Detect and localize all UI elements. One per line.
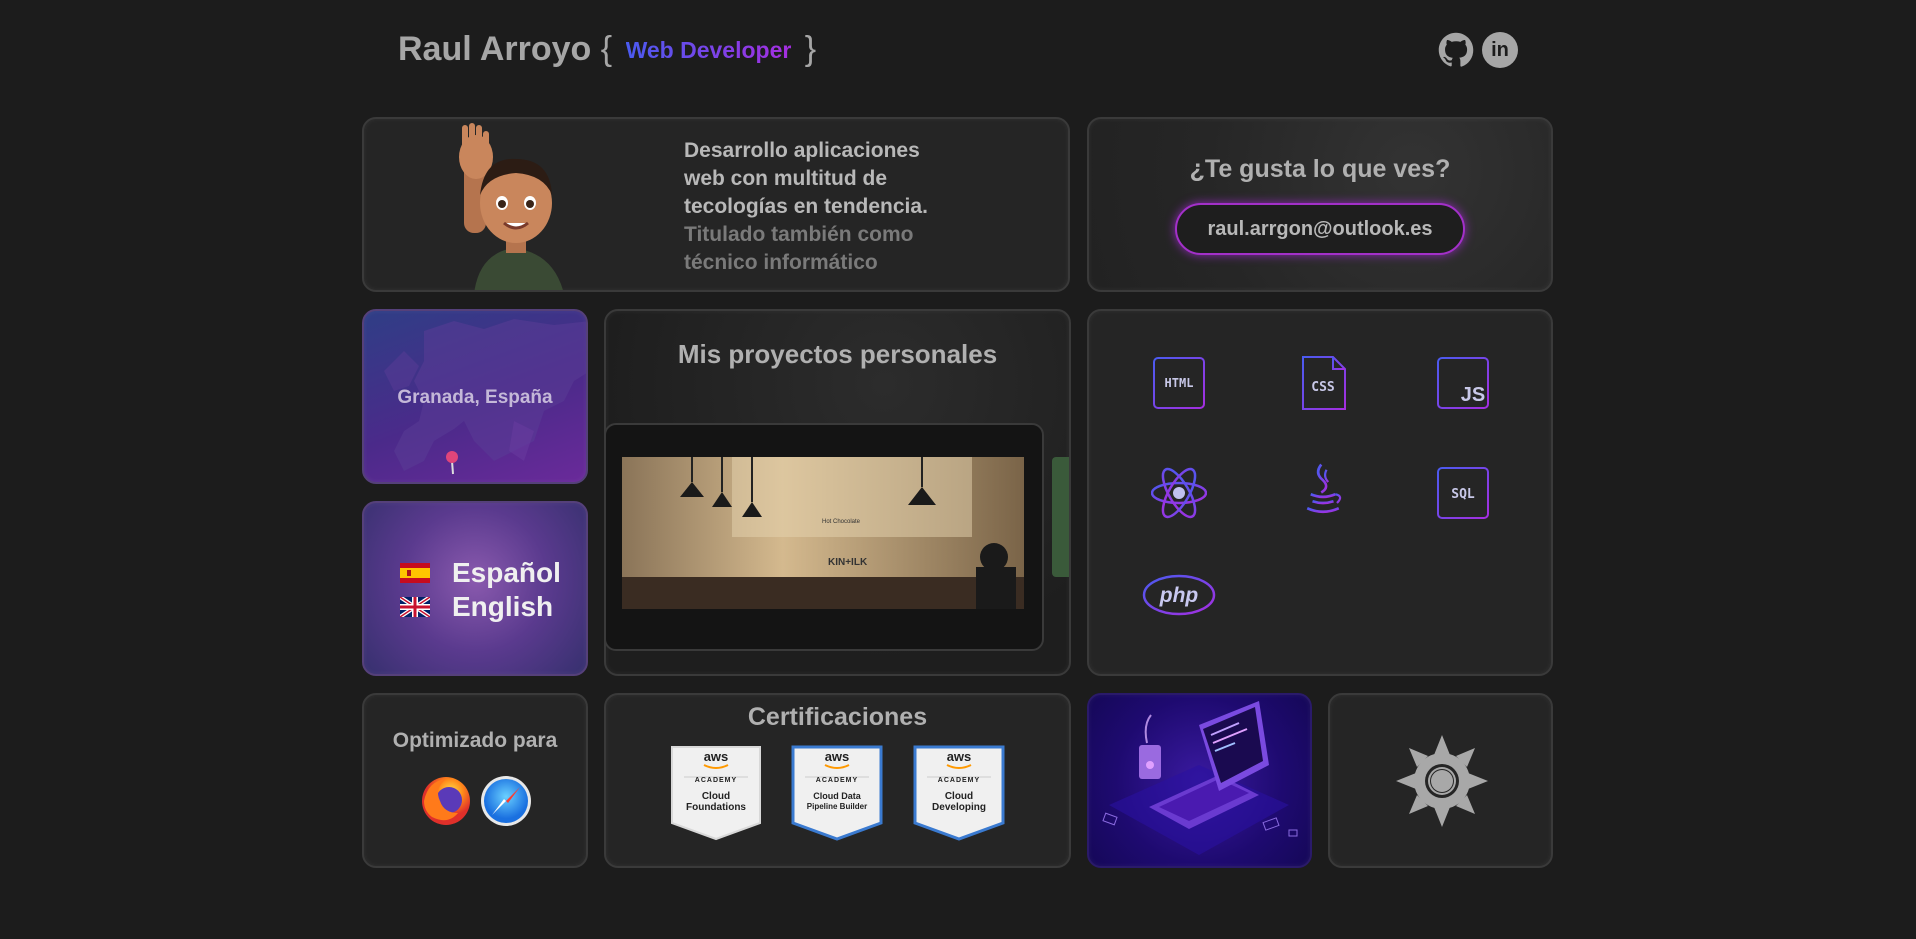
- badge-brand: aws: [946, 749, 972, 764]
- brace-open: {: [600, 30, 613, 68]
- site-title: Raul Arroyo { Web Developer }: [398, 30, 816, 69]
- svg-text:JS: JS: [1461, 384, 1485, 406]
- contact-question: ¿Te gusta lo que ves?: [1189, 155, 1451, 183]
- badge-line: Cloud: [701, 791, 731, 802]
- css-icon: CSS: [1302, 356, 1346, 410]
- firefox-icon: [422, 777, 470, 825]
- about-card: Desarrollo aplicaciones web con multitud…: [362, 117, 1070, 292]
- about-line: web con multitud de: [684, 167, 887, 190]
- safari-icon: [481, 776, 531, 826]
- about-subline: Titulado también como: [684, 223, 914, 246]
- optimized-card: Optimizado para: [362, 693, 588, 868]
- location-card: Granada, España: [362, 309, 588, 484]
- author-name: Raul Arroyo: [398, 30, 592, 68]
- technologies-card: HTML CSS JS SQL php: [1087, 309, 1553, 676]
- aws-cloud-foundations-badge[interactable]: aws ACADEMY Cloud Foundations: [670, 745, 762, 841]
- svg-text:Hot Chocolate: Hot Chocolate: [822, 519, 861, 525]
- github-icon: [1438, 32, 1474, 67]
- next-project-preview[interactable]: [1052, 457, 1069, 577]
- svg-text:KIN+ILK: KIN+ILK: [828, 557, 868, 568]
- theme-toggle-card[interactable]: [1328, 693, 1553, 868]
- languages-card: Español English: [362, 501, 588, 676]
- laptop-illustration-image: [1102, 701, 1298, 855]
- language-option-english[interactable]: English: [400, 591, 553, 623]
- svg-text:php: php: [1159, 584, 1199, 607]
- uk-flag-icon: [400, 597, 430, 617]
- language-label: English: [452, 591, 554, 622]
- about-line: Desarrollo aplicaciones: [684, 139, 920, 162]
- svg-text:SQL: SQL: [1451, 487, 1475, 502]
- badge-brand: aws: [824, 749, 850, 764]
- php-icon: php: [1142, 574, 1216, 616]
- svg-text:HTML: HTML: [1165, 376, 1194, 390]
- badge-line: Foundations: [686, 802, 746, 813]
- sun-icon[interactable]: [1396, 735, 1488, 827]
- about-subline: técnico informático: [684, 251, 878, 274]
- badge-org: ACADEMY: [815, 777, 859, 784]
- about-line: tecologías en tendencia.: [684, 195, 928, 218]
- spain-flag-icon: [400, 563, 430, 583]
- badge-line: Cloud: [944, 791, 974, 802]
- html-icon: HTML: [1153, 357, 1205, 409]
- optimized-title: Optimizado para: [392, 729, 558, 752]
- sql-icon: SQL: [1437, 467, 1489, 519]
- badge-org: ACADEMY: [694, 777, 738, 784]
- memoji-avatar-image: [459, 123, 563, 290]
- location-label: Granada, España: [397, 387, 553, 408]
- project-screenshot-image: Hot Chocolate KIN+ILK: [622, 457, 1024, 609]
- badge-org: ACADEMY: [937, 777, 981, 784]
- language-label: Español: [452, 557, 561, 588]
- role-label: Web Developer: [625, 37, 792, 63]
- projects-title: Mis proyectos personales: [677, 339, 998, 369]
- aws-cloud-developing-badge[interactable]: aws ACADEMY Cloud Developing: [913, 745, 1005, 841]
- js-icon: JS: [1437, 357, 1489, 409]
- react-icon: [1151, 467, 1207, 519]
- aws-cloud-data-pipeline-badge[interactable]: aws ACADEMY Cloud Data Pipeline Builder: [791, 745, 883, 841]
- badge-line: Developing: [932, 802, 986, 813]
- linkedin-icon: in: [1491, 38, 1509, 61]
- projects-card[interactable]: Mis proyectos personales Hot Chocolate K…: [604, 309, 1071, 676]
- laptop-illustration-card: [1087, 693, 1312, 868]
- github-link[interactable]: [1438, 32, 1474, 68]
- email-button[interactable]: raul.arrgon@outlook.es: [1175, 203, 1465, 255]
- project-preview-frame[interactable]: Hot Chocolate KIN+ILK: [606, 423, 1044, 651]
- about-description: Desarrollo aplicaciones web con multitud…: [684, 137, 984, 277]
- brace-close: }: [804, 30, 817, 68]
- contact-card: ¿Te gusta lo que ves? raul.arrgon@outloo…: [1087, 117, 1553, 292]
- badge-line: Cloud Data: [813, 791, 861, 801]
- language-option-spanish[interactable]: Español: [400, 557, 561, 589]
- badge-line: Pipeline Builder: [806, 802, 868, 811]
- badge-brand: aws: [703, 749, 729, 764]
- certifications-title: Certificaciones: [747, 703, 928, 731]
- certifications-card: Certificaciones aws ACADEMY Cloud Founda…: [604, 693, 1071, 868]
- java-icon: [1306, 463, 1342, 514]
- linkedin-link[interactable]: in: [1482, 32, 1518, 68]
- svg-text:CSS: CSS: [1311, 380, 1335, 395]
